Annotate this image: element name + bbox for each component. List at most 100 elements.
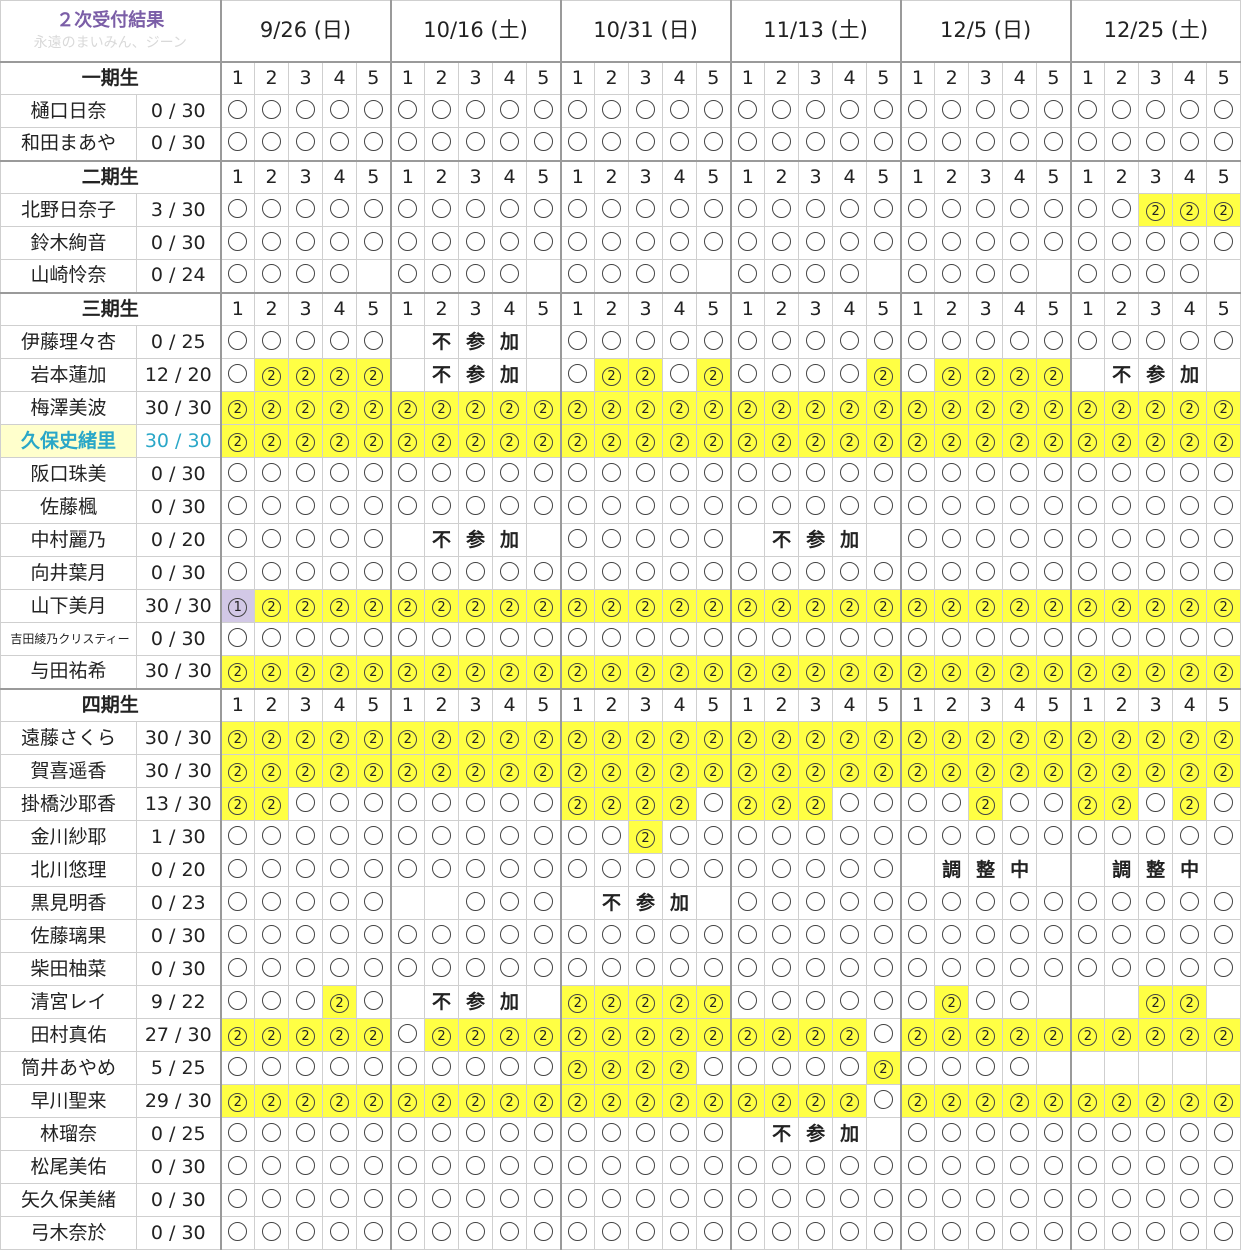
slot-cell xyxy=(798,919,834,953)
empty-circle-icon xyxy=(500,99,520,119)
slot-cell xyxy=(355,556,392,590)
empty-circle-icon xyxy=(1010,495,1030,515)
slot-cell: 2 xyxy=(1138,655,1174,689)
slot-cell xyxy=(832,226,868,260)
slot-cell xyxy=(219,1183,255,1217)
slot-cell: 2 xyxy=(1172,721,1208,755)
circled-two-icon: 2 xyxy=(670,1026,690,1046)
empty-circle-icon xyxy=(976,1122,996,1142)
empty-circle-icon xyxy=(466,198,486,218)
slot-cell xyxy=(968,325,1004,359)
slot-cell xyxy=(866,556,902,590)
slot-cell: 2 xyxy=(729,655,766,689)
slot-cell: 2 xyxy=(968,1018,1004,1052)
member-row: 早川聖来 29 / 30 2 2 2 2 2 2 2 2 2 2 2 2 2 2 2 2 2 2 2 2 2 2 2 2 2 2 2 2 2 xyxy=(0,1084,1241,1118)
part-number: 2 xyxy=(594,291,630,326)
empty-circle-icon xyxy=(840,264,860,284)
slot-cell xyxy=(1036,193,1072,227)
member-row: 清宮レイ 9 / 22 2 不参加 2 2 2 2 2 2 2 2 xyxy=(0,985,1241,1019)
slot-cell: 2 xyxy=(219,655,255,689)
empty-circle-icon xyxy=(772,363,792,383)
empty-circle-icon xyxy=(976,1056,996,1076)
slot-cell xyxy=(219,886,255,920)
slot-cell xyxy=(458,127,494,161)
circled-two-icon: 2 xyxy=(1214,1026,1234,1046)
slot-cell: 2 xyxy=(219,391,255,425)
slot-cell: 2 xyxy=(628,589,664,623)
slot-cell xyxy=(934,556,970,590)
empty-circle-icon xyxy=(398,792,418,812)
member-row: 梅澤美波 30 / 30 2 2 2 2 2 2 2 2 2 2 2 2 2 2 2 2 2 2 2 2 2 2 2 2 2 2 2 2 2… xyxy=(0,391,1241,425)
empty-circle-icon xyxy=(942,132,962,152)
slot-cell: 2 xyxy=(1036,589,1072,623)
circled-two-icon: 2 xyxy=(500,432,520,452)
not-joining-label: 不 xyxy=(424,985,460,1019)
slot-cell xyxy=(1104,919,1140,953)
slot-cell xyxy=(1002,259,1038,293)
circled-two-icon: 2 xyxy=(636,1059,656,1079)
slot-cell xyxy=(1138,523,1174,557)
member-name: 佐藤楓 xyxy=(0,490,137,524)
empty-circle-icon xyxy=(636,924,656,944)
empty-circle-icon xyxy=(1214,528,1234,548)
circled-two-icon: 2 xyxy=(873,366,893,386)
group-label: 二期生 xyxy=(0,159,221,194)
slot-cell xyxy=(559,259,596,293)
empty-circle-icon xyxy=(363,627,383,647)
empty-circle-icon xyxy=(228,264,248,284)
slot-cell: 2 xyxy=(729,1084,766,1118)
slot-cell xyxy=(866,886,902,920)
slot-cell xyxy=(934,952,970,986)
empty-circle-icon xyxy=(398,1023,418,1043)
empty-circle-icon xyxy=(1078,99,1098,119)
slot-cell xyxy=(424,490,460,524)
circled-two-icon: 2 xyxy=(806,432,826,452)
slot-cell xyxy=(729,193,766,227)
slot-cell xyxy=(662,820,698,854)
not-joining-label: 加 xyxy=(492,325,528,359)
circled-two-icon: 2 xyxy=(873,729,893,749)
empty-circle-icon xyxy=(533,1056,553,1076)
slot-cell xyxy=(492,1183,528,1217)
slot-cell: 2 xyxy=(628,985,664,1019)
circled-two-icon: 2 xyxy=(772,1026,792,1046)
slot-cell xyxy=(866,1084,902,1118)
slot-cell xyxy=(288,325,323,359)
circled-two-icon: 2 xyxy=(976,597,996,617)
slot-cell xyxy=(492,1150,528,1184)
slot-cell xyxy=(254,259,289,293)
empty-circle-icon xyxy=(636,1122,656,1142)
empty-circle-icon xyxy=(840,99,860,119)
circled-two-icon: 2 xyxy=(1214,729,1234,749)
empty-circle-icon xyxy=(432,825,452,845)
empty-circle-icon xyxy=(432,462,452,482)
empty-circle-icon xyxy=(228,1122,248,1142)
group-label: 一期生 xyxy=(0,60,221,95)
member-score: 0 / 20 xyxy=(136,523,221,557)
circled-two-icon: 2 xyxy=(568,597,588,617)
slot-cell xyxy=(899,919,936,953)
slot-cell: 2 xyxy=(696,589,732,623)
slot-cell: 2 xyxy=(628,820,664,854)
slot-cell xyxy=(899,490,936,524)
empty-circle-icon xyxy=(806,561,826,581)
slot-cell xyxy=(628,1216,664,1250)
slot-cell: 2 xyxy=(968,589,1004,623)
slot-cell: 2 xyxy=(322,721,357,755)
circled-two-icon: 2 xyxy=(1010,597,1030,617)
circled-two-icon: 2 xyxy=(636,1092,656,1112)
date-header: 10/16 (土) xyxy=(389,0,562,63)
slot-cell: 2 xyxy=(934,721,970,755)
empty-circle-icon xyxy=(1214,1221,1234,1241)
slot-cell: 2 xyxy=(798,424,834,458)
slot-cell xyxy=(559,556,596,590)
slot-cell xyxy=(628,193,664,227)
member-row: 樋口日奈 0 / 30 xyxy=(0,94,1241,128)
part-number: 3 xyxy=(288,159,323,194)
part-number: 2 xyxy=(934,687,970,722)
empty-circle-icon xyxy=(228,363,248,383)
slot-cell xyxy=(798,556,834,590)
slot-cell: 2 xyxy=(322,655,357,689)
circled-two-icon: 2 xyxy=(840,432,860,452)
part-number: 3 xyxy=(458,159,494,194)
